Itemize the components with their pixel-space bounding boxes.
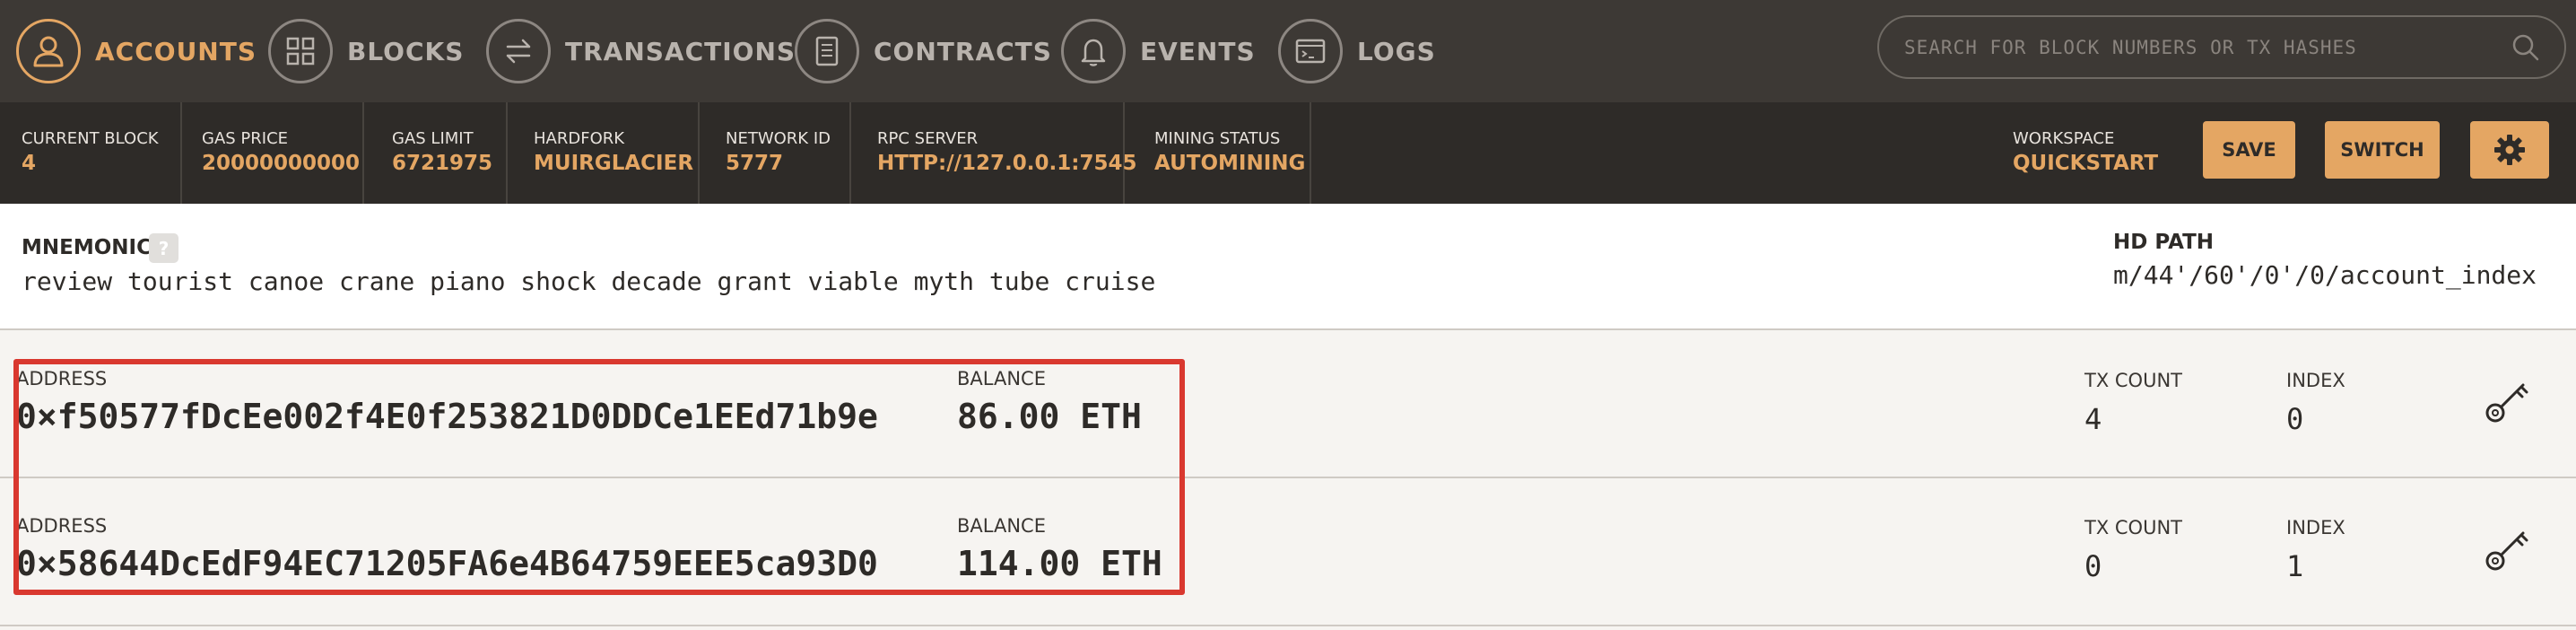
account-balance: 114.00 ETH (957, 544, 1162, 583)
mnemonic-panel: Mnemonic ? review tourist canoe crane pi… (0, 204, 2576, 330)
nav-events[interactable]: Events (1061, 0, 1256, 102)
bell-icon (1061, 19, 1126, 83)
balance-label: Balance (957, 515, 1046, 537)
tx-count-label: TX Count (2084, 370, 2182, 391)
account-index: 0 (2286, 402, 2304, 436)
nav-accounts[interactable]: Accounts (16, 0, 257, 102)
account-row[interactable]: Address 0×58644DcEdF94EC71205FA6e4B64759… (0, 478, 2576, 626)
nav-accounts-label: Accounts (95, 36, 257, 66)
hardfork-value: MUIRGLACIER (534, 152, 694, 175)
network-id-value: 5777 (726, 152, 784, 175)
nav-transactions[interactable]: Transactions (486, 0, 796, 102)
gas-limit-label: Gas Limit (392, 129, 474, 148)
stat-current-block: Current Block 4 (0, 102, 182, 204)
balance-label: Balance (957, 368, 1046, 389)
account-tx-count: 0 (2084, 549, 2102, 583)
mnemonic-words: review tourist canoe crane piano shock d… (22, 267, 1156, 296)
key-icon[interactable] (2483, 523, 2533, 573)
search-bar (1877, 15, 2566, 79)
nav-logs-label: Logs (1357, 36, 1436, 66)
switch-button[interactable]: Switch (2325, 121, 2440, 179)
nav-contracts-label: Contracts (874, 36, 1052, 66)
address-label: Address (16, 515, 108, 537)
status-bar: Current Block 4 Gas Price 20000000000 Ga… (0, 102, 2576, 204)
key-icon[interactable] (2483, 375, 2533, 425)
hd-path-label: HD Path (2113, 231, 2215, 254)
document-icon (795, 19, 859, 83)
stat-mining-status: Mining Status AUTOMINING (1125, 102, 1311, 204)
current-block-label: Current Block (22, 129, 159, 148)
address-label: Address (16, 368, 108, 389)
nav-blocks[interactable]: Blocks (268, 0, 464, 102)
index-label: Index (2286, 370, 2345, 391)
nav-blocks-label: Blocks (347, 36, 465, 66)
stat-network-id: Network ID 5777 (700, 102, 851, 204)
nav-transactions-label: Transactions (565, 36, 796, 66)
settings-button[interactable] (2470, 121, 2549, 179)
stat-gas-limit: Gas Limit 6721975 (364, 102, 508, 204)
hardfork-label: Hardfork (534, 129, 625, 148)
help-icon[interactable]: ? (149, 233, 178, 263)
terminal-icon (1278, 19, 1343, 83)
current-block-value: 4 (22, 152, 37, 175)
account-tx-count: 4 (2084, 402, 2102, 436)
account-address: 0×f50577fDcEe002f4E0f253821D0DDCe1EEd71b… (16, 397, 878, 436)
nav-contracts[interactable]: Contracts (795, 0, 1052, 102)
workspace-label: Workspace (2013, 129, 2115, 148)
user-icon (16, 19, 81, 83)
gas-limit-value: 6721975 (392, 152, 493, 175)
tx-count-label: TX Count (2084, 517, 2182, 538)
account-balance: 86.00 ETH (957, 397, 1142, 436)
stat-gas-price: Gas Price 20000000000 (182, 102, 364, 204)
gas-price-value: 20000000000 (202, 152, 361, 175)
search-icon[interactable] (2511, 32, 2541, 63)
nav-events-label: Events (1140, 36, 1256, 66)
account-index: 1 (2286, 549, 2304, 583)
workspace-value: QUICKSTART (2013, 152, 2159, 175)
index-label: Index (2286, 517, 2345, 538)
arrows-swap-icon (486, 19, 551, 83)
save-button[interactable]: Save (2203, 121, 2295, 179)
nav-logs[interactable]: Logs (1278, 0, 1436, 102)
mining-status-label: Mining Status (1154, 129, 1281, 148)
network-id-label: Network ID (726, 129, 831, 148)
grid-icon (268, 19, 333, 83)
account-row[interactable]: Address 0×f50577fDcEe002f4E0f253821D0DDC… (0, 330, 2576, 478)
search-input[interactable] (1902, 35, 2511, 59)
hd-path-value: m/44'/60'/0'/0/account_index (2113, 260, 2537, 290)
gear-icon (2493, 133, 2527, 167)
mnemonic-label: Mnemonic (22, 236, 152, 259)
rpc-server-label: RPC Server (877, 129, 979, 148)
mining-status-value: AUTOMINING (1154, 152, 1306, 175)
stat-hardfork: Hardfork MUIRGLACIER (508, 102, 700, 204)
stat-rpc-server: RPC Server HTTP://127.0.0.1:7545 (851, 102, 1137, 204)
top-navigation: Accounts Blocks Transactions (0, 0, 2576, 102)
rpc-server-value: HTTP://127.0.0.1:7545 (877, 152, 1137, 175)
stat-workspace: Workspace QUICKSTART (2013, 102, 2159, 204)
account-address: 0×58644DcEdF94EC71205FA6e4B64759EEE5ca93… (16, 544, 878, 583)
gas-price-label: Gas Price (202, 129, 289, 148)
